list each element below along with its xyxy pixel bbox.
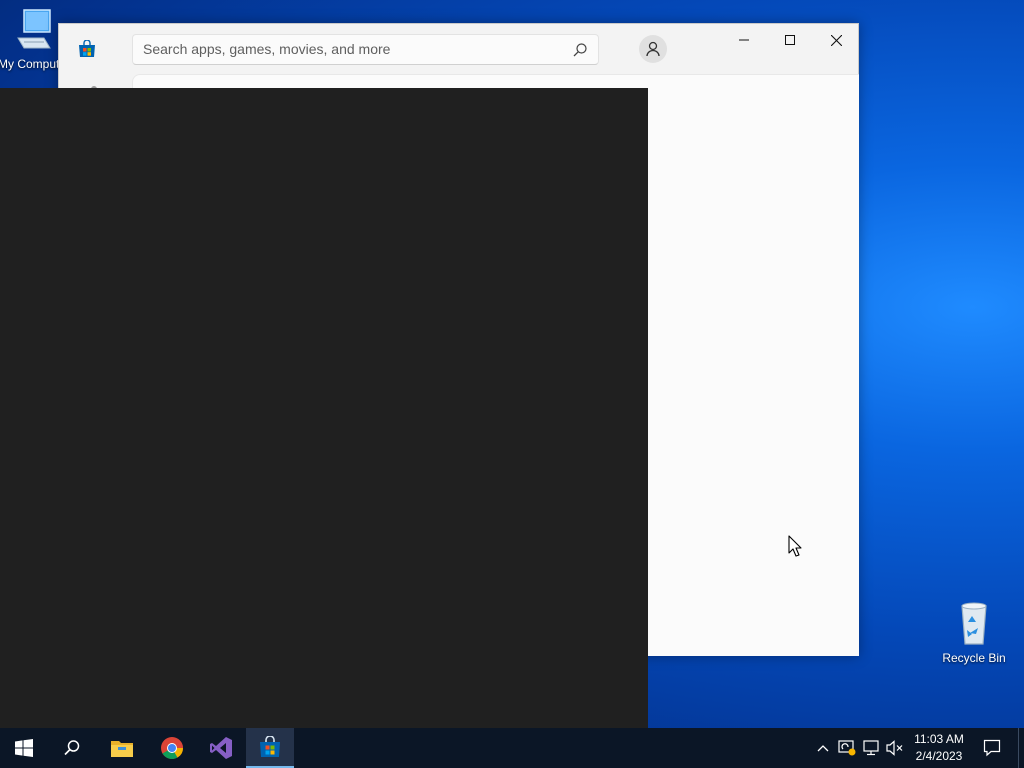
taskbar-microsoft-store[interactable] xyxy=(246,728,294,768)
tray-volume-button[interactable] xyxy=(884,728,906,768)
account-avatar-button[interactable] xyxy=(639,35,667,63)
search-icon[interactable] xyxy=(572,42,588,58)
show-desktop-button[interactable] xyxy=(1018,728,1024,768)
taskbar-file-explorer[interactable] xyxy=(98,728,146,768)
mouse-cursor-icon xyxy=(788,535,802,557)
file-explorer-icon xyxy=(111,741,133,757)
taskbar-visual-studio[interactable] xyxy=(197,728,245,768)
minimize-icon xyxy=(739,39,749,41)
search-box[interactable] xyxy=(132,34,599,65)
tray-overflow-button[interactable] xyxy=(812,728,834,768)
microsoft-store-icon xyxy=(260,736,280,757)
start-icon xyxy=(15,739,33,757)
minimize-button[interactable] xyxy=(721,24,767,56)
update-warning-icon xyxy=(838,740,856,756)
dark-overlay-window xyxy=(0,88,648,728)
computer-icon xyxy=(17,9,51,49)
chevron-up-icon xyxy=(817,745,829,752)
desktop-icon-recycle-bin[interactable]: Recycle Bin xyxy=(938,600,1010,665)
microsoft-store-logo-icon xyxy=(79,40,95,57)
person-icon xyxy=(646,41,660,57)
taskbar-clock[interactable]: 11:03 AM 2/4/2023 xyxy=(906,731,972,765)
title-bar[interactable] xyxy=(59,24,858,74)
action-center-button[interactable] xyxy=(978,728,1006,768)
taskbar-chrome[interactable] xyxy=(148,728,196,768)
visual-studio-icon xyxy=(210,737,232,759)
close-button[interactable] xyxy=(813,24,859,56)
volume-muted-icon xyxy=(886,740,903,756)
desktop-icon-label: Recycle Bin xyxy=(942,651,1006,665)
clock-time: 11:03 AM xyxy=(914,732,964,746)
chrome-icon xyxy=(161,737,183,759)
tray-update-status[interactable] xyxy=(836,728,858,768)
search-input[interactable] xyxy=(143,41,563,57)
maximize-button[interactable] xyxy=(767,24,813,56)
search-icon xyxy=(64,740,80,756)
network-icon xyxy=(863,740,879,756)
clock-date: 2/4/2023 xyxy=(915,749,963,763)
taskbar-search-button[interactable] xyxy=(48,728,96,768)
maximize-icon xyxy=(785,35,795,45)
close-icon xyxy=(830,34,842,46)
taskbar: 11:03 AM 2/4/2023 xyxy=(0,728,1024,768)
notification-icon xyxy=(983,739,1001,757)
tray-network-button[interactable] xyxy=(860,728,882,768)
start-button[interactable] xyxy=(0,728,48,768)
recycle-bin-icon xyxy=(961,602,987,645)
